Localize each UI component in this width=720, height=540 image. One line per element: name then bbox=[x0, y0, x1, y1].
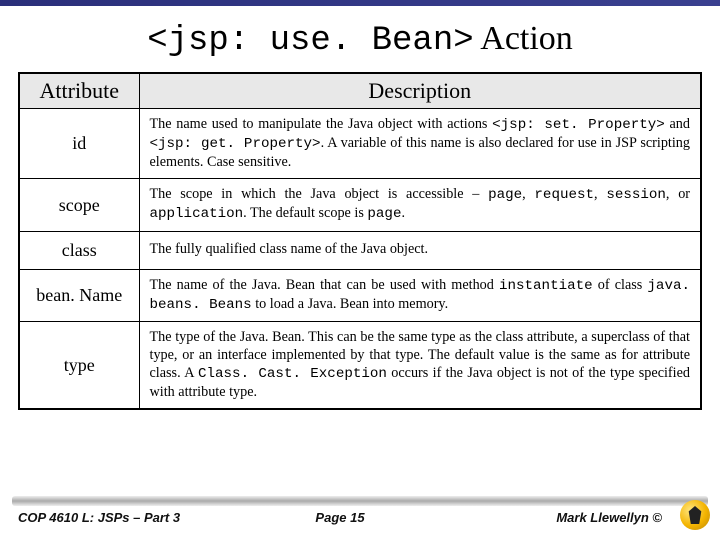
attr-name: id bbox=[19, 109, 139, 179]
top-accent-bar bbox=[0, 0, 720, 6]
table-row: scope The scope in which the Java object… bbox=[19, 179, 701, 232]
table-row: type The type of the Java. Bean. This ca… bbox=[19, 322, 701, 410]
col-description: Description bbox=[139, 73, 701, 109]
attributes-table: Attribute Description id The name used t… bbox=[18, 72, 702, 410]
attr-name: scope bbox=[19, 179, 139, 232]
attr-name: class bbox=[19, 231, 139, 269]
footer-right: Mark Llewellyn © bbox=[447, 510, 702, 525]
attr-desc: The name used to manipulate the Java obj… bbox=[139, 109, 701, 179]
attr-desc: The scope in which the Java object is ac… bbox=[139, 179, 701, 232]
table-row: id The name used to manipulate the Java … bbox=[19, 109, 701, 179]
slide-footer: COP 4610 L: JSPs – Part 3 Page 15 Mark L… bbox=[0, 496, 720, 532]
footer-left: COP 4610 L: JSPs – Part 3 bbox=[18, 510, 233, 525]
attr-name: bean. Name bbox=[19, 269, 139, 322]
col-attribute: Attribute bbox=[19, 73, 139, 109]
footer-center: Page 15 bbox=[233, 510, 448, 525]
attr-name: type bbox=[19, 322, 139, 410]
title-suffix: Action bbox=[474, 20, 573, 57]
table-row: class The fully qualified class name of … bbox=[19, 231, 701, 269]
footer-divider bbox=[12, 496, 708, 506]
slide-title: <jsp: use. Bean> Action bbox=[0, 20, 720, 60]
attr-desc: The type of the Java. Bean. This can be … bbox=[139, 322, 701, 410]
footer-row: COP 4610 L: JSPs – Part 3 Page 15 Mark L… bbox=[0, 510, 720, 525]
table-row: bean. Name The name of the Java. Bean th… bbox=[19, 269, 701, 322]
logo-glyph bbox=[688, 506, 702, 524]
ucf-logo-icon bbox=[680, 500, 710, 530]
title-code: <jsp: use. Bean> bbox=[147, 22, 473, 60]
attr-desc: The fully qualified class name of the Ja… bbox=[139, 231, 701, 269]
attr-desc: The name of the Java. Bean that can be u… bbox=[139, 269, 701, 322]
table-header-row: Attribute Description bbox=[19, 73, 701, 109]
